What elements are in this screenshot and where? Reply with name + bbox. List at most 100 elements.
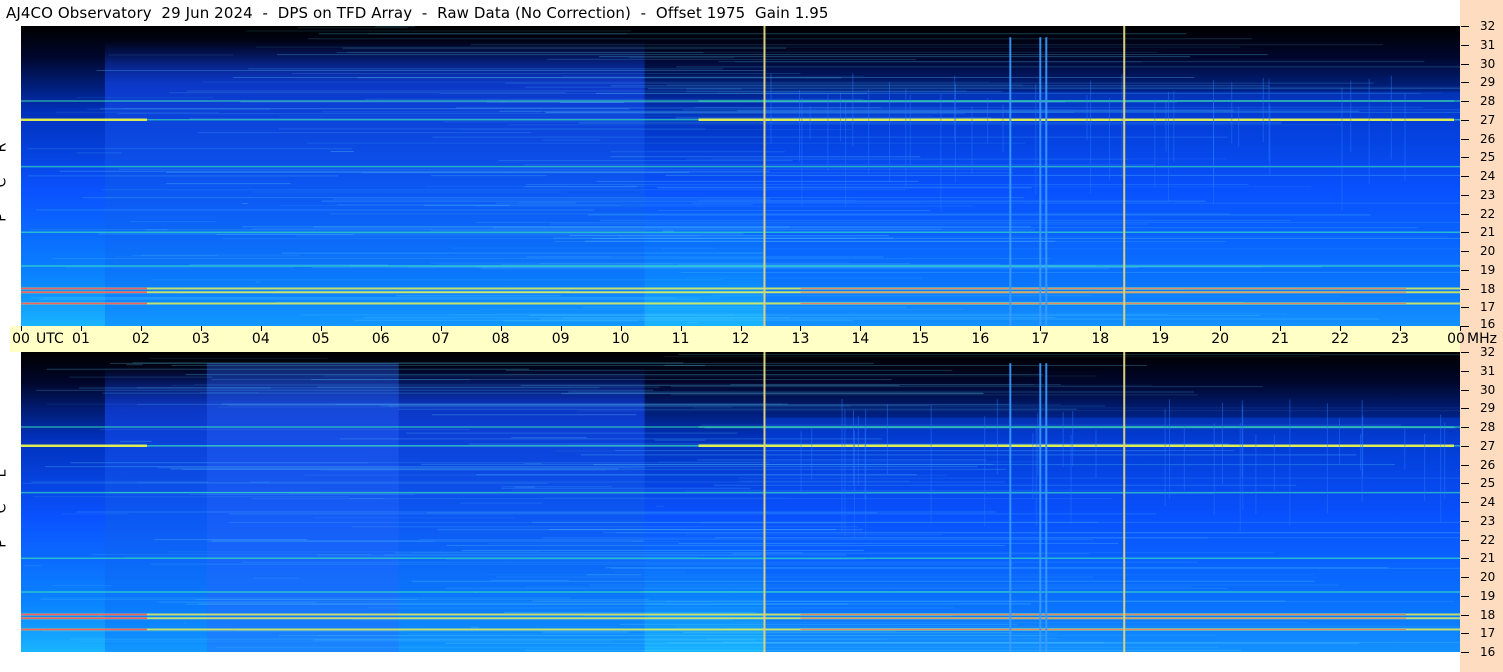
utc-tick-label: 01 [72, 331, 90, 347]
utc-tick-label: 18 [1091, 331, 1110, 347]
rcp-polarization-label: RCP [0, 130, 20, 235]
frequency-tick-mark [1461, 176, 1469, 177]
frequency-tick-label: 27 [1480, 112, 1496, 127]
frequency-tick-label: 32 [1480, 345, 1496, 359]
polarization-letter: L [0, 465, 29, 483]
frequency-tick-label: 17 [1480, 300, 1496, 315]
utc-tick-label: 06 [371, 331, 390, 347]
frequency-tick-mark [1461, 82, 1469, 84]
utc-tick-label: 17 [1031, 331, 1050, 347]
utc-tick-label: 13 [791, 331, 810, 347]
utc-tick-mark [1100, 326, 1102, 331]
polarization-letter: R [0, 139, 29, 157]
frequency-tick-label: 20 [1480, 244, 1496, 258]
frequency-tick-mark [1461, 502, 1469, 503]
frequency-tick-mark [1461, 194, 1469, 196]
chart-title: AJ4CO Observatory 29 Jun 2024 - DPS on T… [6, 4, 829, 22]
utc-tick-mark [440, 326, 442, 331]
frequency-tick-label: 16 [1480, 645, 1496, 659]
utc-tick-mark [260, 326, 262, 331]
utc-tick-label: 14 [851, 331, 870, 347]
frequency-tick-label: 28 [1480, 420, 1496, 434]
frequency-tick-mark [1461, 595, 1469, 597]
utc-tick-label: 20 [1211, 331, 1230, 347]
frequency-tick-label: 30 [1480, 56, 1496, 71]
frequency-tick-label: 20 [1480, 570, 1496, 584]
utc-tick-label: 23 [1391, 331, 1409, 347]
frequency-tick-label: 28 [1480, 94, 1496, 108]
utc-tick-mark [680, 326, 682, 331]
frequency-tick-mark [1461, 352, 1469, 353]
utc-tick-label: 08 [491, 331, 510, 347]
frequency-tick-label: 21 [1480, 551, 1496, 566]
frequency-tick-label: 17 [1480, 626, 1496, 641]
utc-tick-label: 04 [251, 331, 270, 347]
frequency-tick-mark [1461, 633, 1469, 635]
rcp-spectrogram-svg [21, 26, 1460, 326]
frequency-tick-mark [1461, 326, 1469, 327]
utc-tick-mark [800, 326, 802, 331]
lcp-polarization-label: LCP [0, 456, 20, 561]
frequency-tick-mark [1461, 251, 1469, 252]
utc-tick-label: 09 [551, 331, 570, 347]
utc-tick-mark [80, 326, 82, 331]
frequency-tick-label: 16 [1480, 317, 1496, 331]
frequency-tick-label: 27 [1480, 438, 1496, 453]
frequency-tick-mark [1461, 558, 1469, 560]
frequency-tick-label: 19 [1480, 588, 1496, 603]
frequency-tick-mark [1461, 232, 1469, 234]
utc-tick-mark [1040, 326, 1042, 331]
utc-tick-label: 03 [191, 331, 210, 347]
utc-tick-label: 22 [1331, 331, 1349, 347]
frequency-tick-mark [1461, 138, 1469, 140]
frequency-tick-label: 25 [1480, 150, 1496, 165]
frequency-tick-label: 26 [1480, 131, 1496, 146]
utc-tick-label: 12 [731, 331, 750, 347]
utc-tick-mark [320, 326, 322, 331]
utc-tick-mark [860, 326, 862, 331]
frequency-tick-mark [1461, 370, 1469, 372]
utc-tick-label: 15 [911, 331, 930, 347]
lcp-spectrogram [21, 352, 1460, 652]
utc-tick-label: 00 [1447, 331, 1465, 347]
frequency-tick-label: 30 [1480, 382, 1496, 397]
utc-tick-mark [560, 326, 562, 331]
frequency-tick-label: 22 [1480, 206, 1496, 221]
polarization-letter: P [0, 535, 29, 553]
frequency-tick-mark [1461, 213, 1469, 215]
utc-tick-label: 11 [671, 331, 690, 347]
frequency-tick-mark [1461, 288, 1469, 290]
frequency-tick-label: 24 [1480, 169, 1496, 183]
utc-tick-label: 05 [311, 331, 330, 347]
frequency-tick-label: 29 [1480, 401, 1496, 416]
utc-tick-mark [620, 326, 622, 331]
frequency-tick-mark [1461, 539, 1469, 541]
frequency-tick-label: 31 [1480, 363, 1496, 378]
utc-tick-mark [1220, 326, 1222, 331]
frequency-tick-mark [1461, 307, 1469, 309]
utc-tick-mark [380, 326, 382, 331]
frequency-tick-mark [1461, 614, 1469, 616]
polarization-letter: P [0, 209, 29, 227]
frequency-tick-mark [1461, 101, 1469, 102]
frequency-tick-label: 24 [1480, 495, 1496, 509]
frequency-tick-mark [1461, 464, 1469, 466]
frequency-tick-mark [1461, 26, 1469, 27]
frequency-tick-label: 22 [1480, 532, 1496, 547]
frequency-tick-mark [1461, 483, 1469, 485]
frequency-tick-label: 25 [1480, 476, 1496, 491]
frequency-tick-mark [1461, 44, 1469, 46]
utc-tick-mark [1340, 326, 1342, 331]
frequency-tick-mark [1461, 577, 1469, 578]
utc-tick-label: 21 [1271, 331, 1290, 347]
polarization-letter: C [0, 500, 29, 518]
frequency-tick-label: 18 [1480, 281, 1496, 296]
utc-tick-mark [1160, 326, 1162, 331]
frequency-tick-label: 26 [1480, 457, 1496, 472]
utc-tick-mark [200, 326, 202, 331]
frequency-tick-label: 21 [1480, 225, 1496, 240]
frequency-tick-label: 29 [1480, 75, 1496, 90]
frequency-tick-mark [1461, 445, 1469, 447]
lcp-spectrogram-svg [21, 352, 1460, 652]
polarization-letter: C [0, 174, 29, 192]
